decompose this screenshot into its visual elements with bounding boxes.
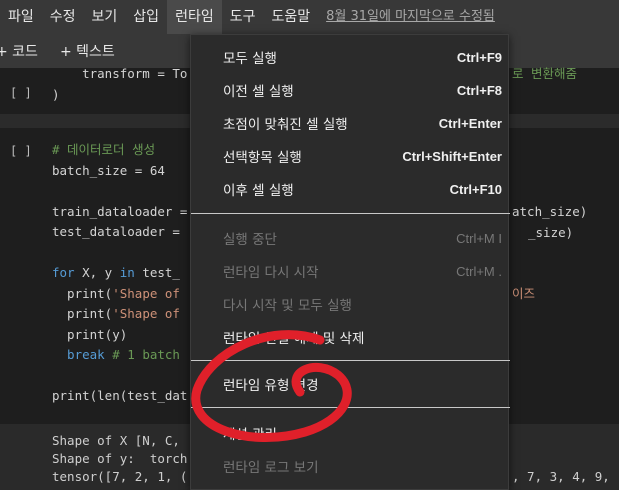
runtime-menu-dropdown: 모두 실행 Ctrl+F9 이전 셀 실행 Ctrl+F8 초점이 맞춰진 셀 … (190, 34, 510, 490)
menu-item-run-after[interactable]: 이후 셀 실행 Ctrl+F10 (191, 173, 510, 205)
last-edit-link[interactable]: 8월 31일에 마지막으로 수정됨 (318, 0, 495, 34)
shortcut-label: Ctrl+F10 (449, 181, 502, 197)
menu-item-run-focused[interactable]: 초점이 맞춰진 셀 실행 Ctrl+Enter (191, 107, 510, 139)
menu-item-run-selection[interactable]: 선택항목 실행 Ctrl+Shift+Enter (191, 140, 510, 172)
menu-tools[interactable]: 도구 (222, 0, 264, 34)
menu-bar: 파일 수정 보기 삽입 런타임 도구 도움말 8월 31일에 마지막으로 수정됨 (0, 0, 619, 34)
run-cell-button[interactable]: [ ] (10, 86, 32, 100)
menu-item-manage-sessions[interactable]: 세션 관리 (191, 417, 510, 449)
menu-item-view-runtime-logs: 런타임 로그 보기 (223, 460, 319, 476)
menu-item-run-all[interactable]: 모두 실행 Ctrl+F9 (191, 41, 510, 73)
menu-file[interactable]: 파일 (0, 0, 42, 34)
menu-view[interactable]: 보기 (84, 0, 126, 34)
shortcut-label: Ctrl+F8 (456, 82, 502, 98)
menu-divider (191, 407, 510, 408)
cell-2-code: # 데이터로더 생성 batch_size = 64 train_dataloa… (52, 142, 195, 403)
shortcut-label: Ctrl+M . (456, 263, 502, 279)
shortcut-label: Ctrl+F9 (456, 49, 502, 65)
menu-item-disconnect-delete[interactable]: 런타임 연결 해제 및 삭제 (191, 321, 510, 353)
menu-divider (191, 213, 510, 214)
run-cell-button[interactable]: [ ] (10, 144, 32, 158)
shortcut-label: Ctrl+Enter (438, 115, 502, 131)
shortcut-label: Ctrl+Shift+Enter (402, 148, 502, 164)
output-text: Shape of X [N, C, Shape of y: torch tens… (52, 433, 188, 484)
add-text-button[interactable]: + 텍스트 (60, 41, 115, 61)
cell-1-code: transform = To ) (52, 66, 188, 102)
shortcut-label: Ctrl+M I (456, 230, 502, 246)
menu-help[interactable]: 도움말 (263, 0, 318, 34)
menu-insert[interactable]: 삽입 (125, 0, 167, 34)
menu-item-restart-and-run-all: 다시 시작 및 모두 실행 (223, 298, 352, 314)
menu-divider (191, 360, 510, 361)
menu-edit[interactable]: 수정 (42, 0, 84, 34)
menu-item-run-before[interactable]: 이전 셀 실행 Ctrl+F8 (191, 74, 510, 106)
menu-item-restart-runtime: 런타임 다시 시작 Ctrl+M . (223, 263, 502, 282)
add-code-button[interactable]: + 코드 (0, 41, 38, 61)
menu-runtime[interactable]: 런타임 (167, 0, 222, 34)
menu-item-change-runtime-type[interactable]: 런타임 유형 변경 (191, 368, 510, 400)
menu-item-interrupt: 실행 중단 Ctrl+M I (223, 230, 502, 249)
